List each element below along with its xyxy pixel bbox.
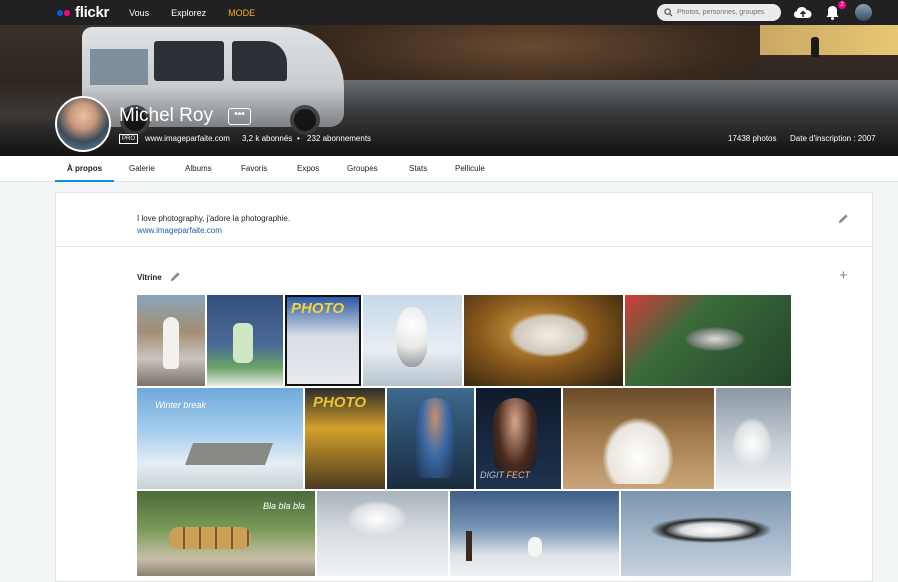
plus-icon[interactable]: + xyxy=(839,267,848,284)
upload-cloud-icon[interactable] xyxy=(794,5,812,20)
top-navigation-bar: flickr Vous Explorez MODE 2 xyxy=(0,0,898,25)
showcase-photo[interactable]: Bla bla bla xyxy=(137,491,315,576)
showcase-photo[interactable] xyxy=(563,388,714,489)
photo-figure xyxy=(184,443,274,465)
photo-caption: Winter break xyxy=(155,400,206,410)
user-avatar[interactable] xyxy=(855,4,872,21)
tab-galleries[interactable]: Expos xyxy=(297,156,319,182)
tab-about[interactable]: À propos xyxy=(55,156,114,182)
showcase-photo[interactable]: Winter break xyxy=(137,388,303,489)
nav-mode[interactable]: MODE xyxy=(228,8,255,18)
profile-website[interactable]: www.imageparfaite.com xyxy=(145,134,230,143)
showcase-photo[interactable] xyxy=(387,388,474,489)
notification-count-badge: 2 xyxy=(838,1,846,9)
van-windshield xyxy=(232,41,287,81)
nav-you[interactable]: Vous xyxy=(129,8,149,18)
showcase-photo[interactable]: PHOTO xyxy=(285,295,361,386)
photo-caption: DIGIT FECT xyxy=(480,470,530,480)
join-date: Date d'inscription : 2007 xyxy=(790,134,876,143)
showcase-photo[interactable] xyxy=(625,295,791,386)
logo-dot-pink xyxy=(64,9,70,16)
pro-badge: PRO xyxy=(119,134,139,144)
profile-avatar[interactable] xyxy=(55,96,111,152)
photo-figure xyxy=(493,398,537,478)
photo-count: 17438 photos xyxy=(728,134,777,143)
photo-figure xyxy=(415,398,455,478)
photo-figure xyxy=(347,501,407,537)
photo-figure xyxy=(509,313,589,357)
showcase-photo[interactable] xyxy=(317,491,448,576)
edit-bio-pencil-icon[interactable] xyxy=(838,213,849,224)
tab-camera-roll[interactable]: Pellicule xyxy=(455,156,485,182)
showcase-photo[interactable] xyxy=(363,295,462,386)
profile-tabs: À propos Galerie Albums Favoris Expos Gr… xyxy=(0,156,898,182)
meta-separator: • xyxy=(297,134,300,143)
photo-figure xyxy=(528,537,542,557)
van-decal xyxy=(90,49,148,85)
about-card: I love photography, j'adore la photograp… xyxy=(55,192,873,247)
showcase-photo[interactable] xyxy=(137,295,205,386)
nav-explore[interactable]: Explorez xyxy=(171,8,206,18)
edit-showcase-pencil-icon[interactable] xyxy=(170,271,181,282)
photo-figure xyxy=(732,418,772,470)
followers-count[interactable]: 3,2 k abonnés xyxy=(242,134,292,143)
search-icon xyxy=(664,8,673,17)
photo-figure xyxy=(169,527,251,549)
photo-figure xyxy=(651,517,771,543)
tab-favorites[interactable]: Favoris xyxy=(241,156,267,182)
photo-figure xyxy=(163,317,179,369)
photo-figure xyxy=(396,307,428,367)
tab-gallery[interactable]: Galerie xyxy=(129,156,155,182)
bio-text: I love photography, j'adore la photograp… xyxy=(137,214,291,223)
profile-name: Michel Roy xyxy=(119,105,213,126)
photo-figure xyxy=(233,323,253,363)
tab-groups[interactable]: Groupes xyxy=(347,156,378,182)
logo-dot-blue xyxy=(57,9,63,16)
search-box[interactable] xyxy=(657,4,781,21)
photo-caption: Bla bla bla xyxy=(263,501,306,511)
showcase-photo[interactable]: PHOTO xyxy=(305,388,385,489)
tab-albums[interactable]: Albums xyxy=(185,156,212,182)
showcase-photo[interactable] xyxy=(464,295,623,386)
more-options-button[interactable]: ••• xyxy=(228,108,251,125)
van-window xyxy=(154,41,224,81)
tab-stats[interactable]: Stats xyxy=(409,156,427,182)
showcase-photo[interactable]: DIGIT FECT xyxy=(476,388,561,489)
showcase-photo[interactable] xyxy=(716,388,791,489)
bio-website-link[interactable]: www.imageparfaite.com xyxy=(137,226,222,235)
cover-silhouette xyxy=(811,37,819,57)
following-count[interactable]: 232 abonnements xyxy=(307,134,371,143)
showcase-title: Vitrine xyxy=(137,273,162,282)
photo-caption: PHOTO xyxy=(291,300,345,317)
logo-text: flickr xyxy=(75,4,110,21)
main-nav: Vous Explorez MODE xyxy=(129,8,277,18)
photo-caption: PHOTO xyxy=(313,394,367,411)
showcase-photo[interactable] xyxy=(621,491,791,576)
flickr-logo[interactable]: flickr xyxy=(57,4,109,21)
photo-figure xyxy=(603,418,673,484)
notifications-bell-icon[interactable] xyxy=(826,5,839,20)
photo-figure xyxy=(685,327,745,351)
photo-figure xyxy=(466,531,472,561)
search-input[interactable] xyxy=(677,9,777,16)
showcase-photo[interactable] xyxy=(450,491,619,576)
showcase-photo[interactable] xyxy=(207,295,283,386)
